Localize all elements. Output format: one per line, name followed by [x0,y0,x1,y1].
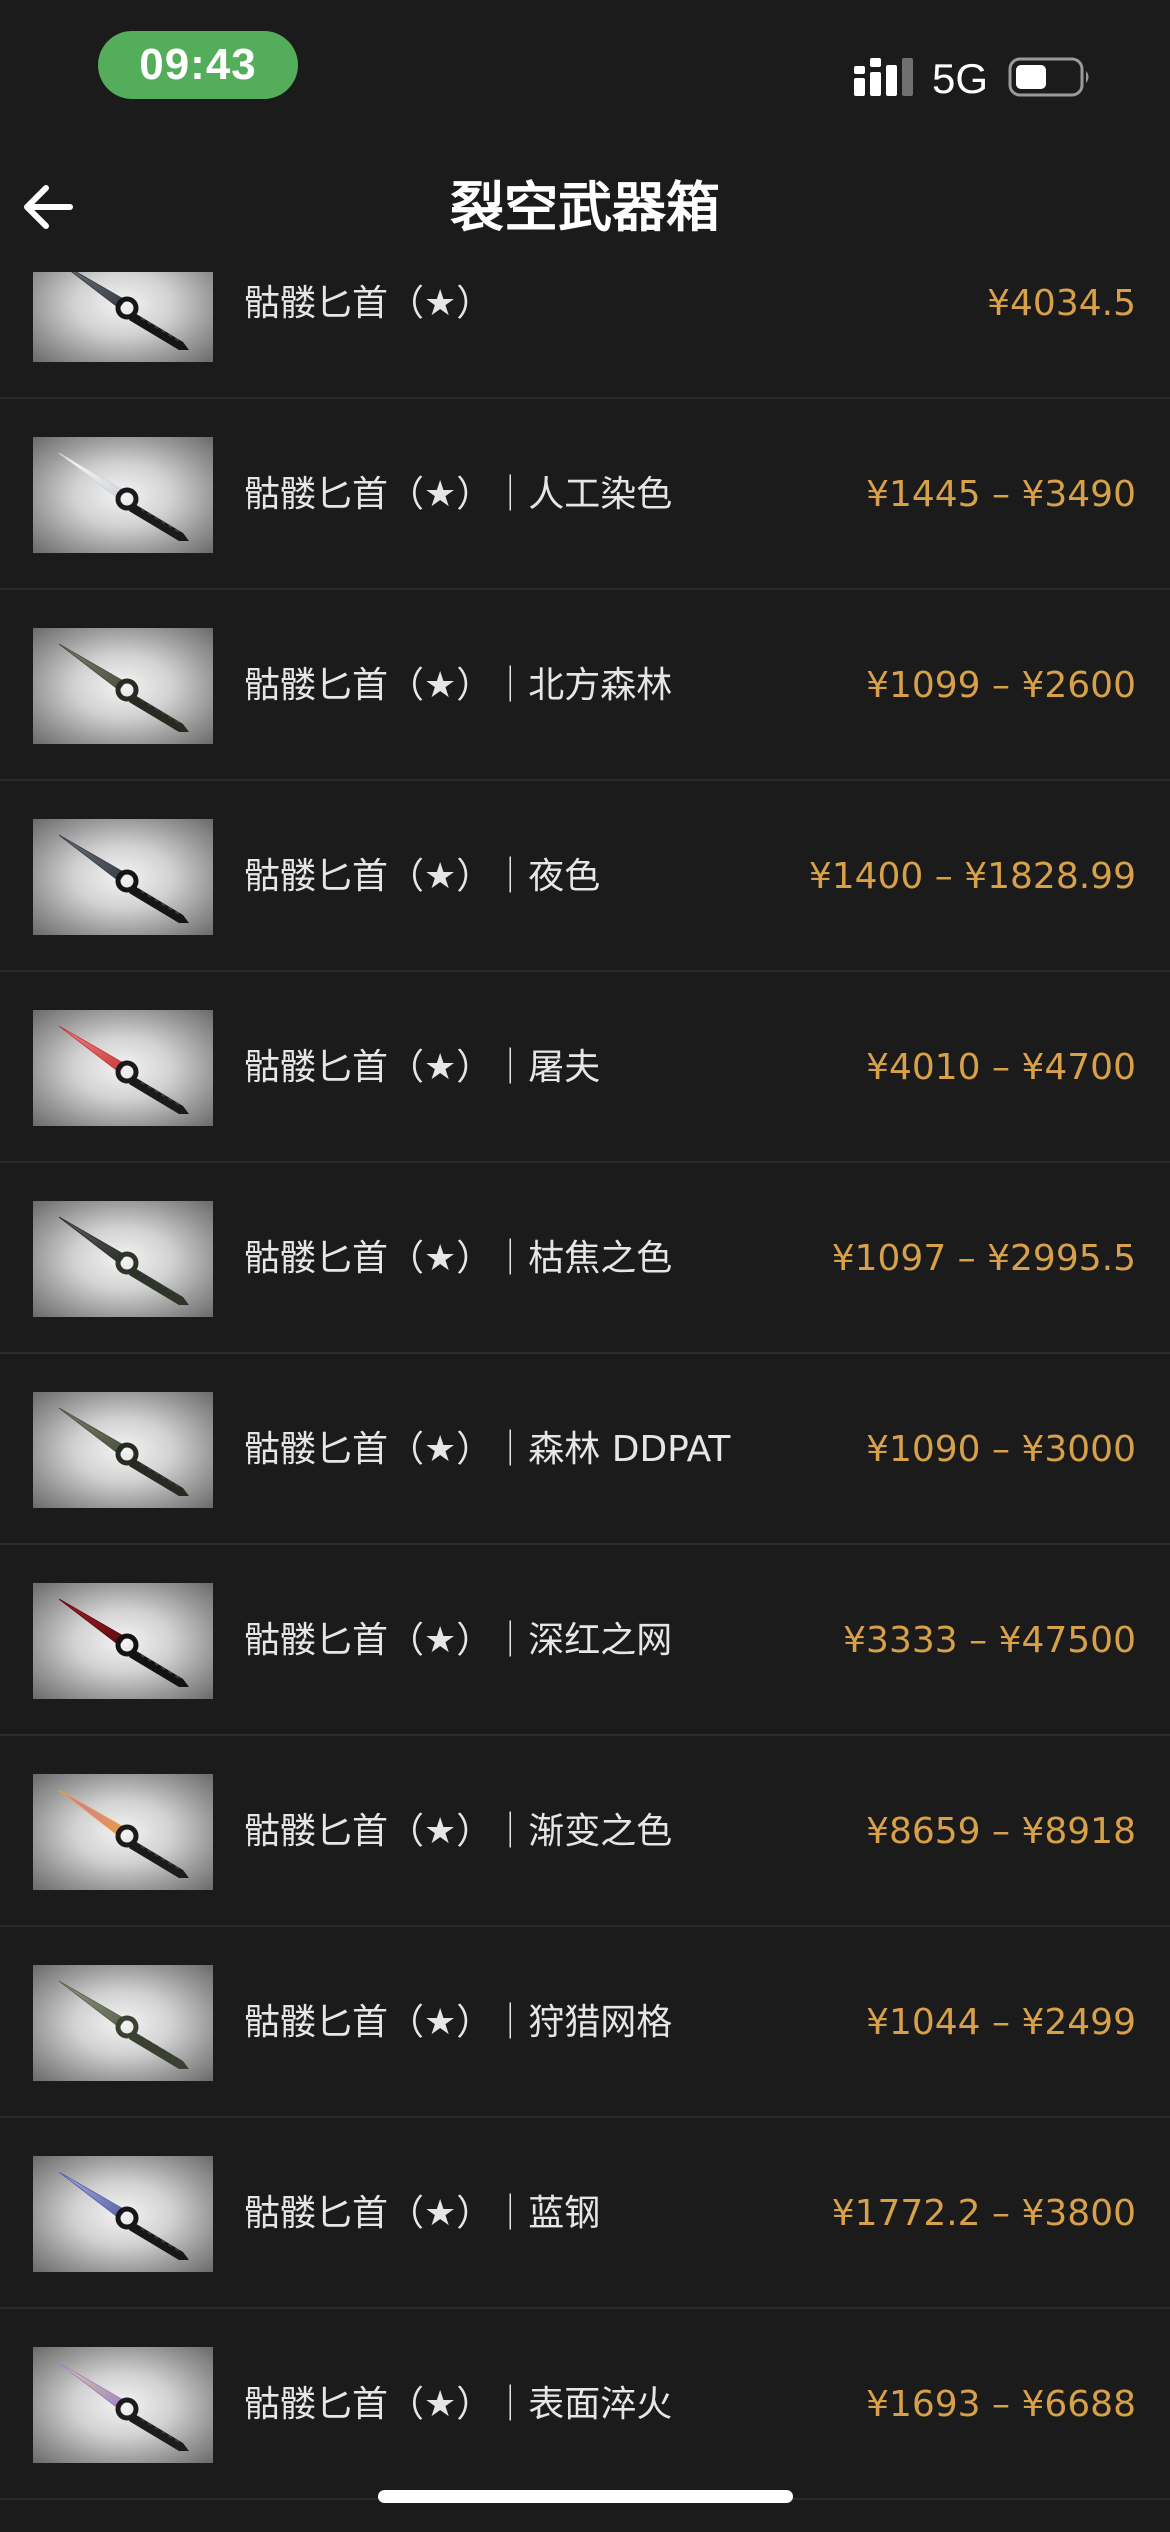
item-name: 骷髅匕首（★）｜人工染色 [244,474,673,515]
knife-image [58,2171,189,2260]
item-name: 骷髅匕首（★）｜北方森林 [244,665,673,706]
list-item[interactable]: 骷髅匕首（★）｜森林 DDPAT ¥1090 – ¥3000 [0,1354,1170,1545]
list-item[interactable]: 骷髅匕首（★）｜夜色 ¥1400 – ¥1828.99 [0,781,1170,972]
list-item[interactable]: 骷髅匕首（★）｜屠夫 ¥4010 – ¥4700 [0,972,1170,1163]
cellular-signal-icon [854,58,913,96]
item-name: 骷髅匕首（★）｜渐变之色 [244,1811,673,1852]
item-list[interactable]: 骷髅匕首（★） ¥4034.5 骷髅匕首（★）｜人工染色 ¥1445 – ¥3490 骷… [0,208,1170,2500]
item-thumbnail [33,1965,213,2081]
list-item[interactable]: 骷髅匕首（★）｜北方森林 ¥1099 – ¥2600 [0,590,1170,781]
item-thumbnail [33,1392,213,1508]
item-name: 骷髅匕首（★）｜蓝钢 [244,2193,601,2234]
knife-image [58,1025,189,1114]
knife-image [58,643,189,732]
list-item[interactable]: 骷髅匕首（★）｜渐变之色 ¥8659 – ¥8918 [0,1736,1170,1927]
knife-image [58,1980,189,2069]
item-name: 骷髅匕首（★）｜深红之网 [244,1620,673,1661]
item-name: 骷髅匕首（★）｜森林 DDPAT [244,1429,731,1470]
item-thumbnail [33,1010,213,1126]
item-name: 骷髅匕首（★）｜夜色 [244,856,601,897]
item-thumbnail [33,2347,213,2463]
item-price: ¥4010 – ¥4700 [866,1047,1136,1088]
list-item[interactable]: 骷髅匕首（★）｜表面淬火 ¥1693 – ¥6688 [0,2309,1170,2500]
page-title: 裂空武器箱 [450,176,720,239]
item-price: ¥1400 – ¥1828.99 [808,856,1136,897]
item-price: ¥1044 – ¥2499 [866,2002,1136,2043]
app-screen: 09:43 5G 骷髅匕首（★） ¥4034.5 骷髅匕首（★）｜人工染色 ¥1445… [0,0,1170,2532]
knife-image [58,1598,189,1687]
item-name: 骷髅匕首（★）｜枯焦之色 [244,1238,673,1279]
item-price: ¥3333 – ¥47500 [843,1620,1136,1661]
item-price: ¥1099 – ¥2600 [866,665,1136,706]
item-name: 骷髅匕首（★）｜表面淬火 [244,2384,673,2425]
item-name: 骷髅匕首（★）｜狩猎网格 [244,2002,673,2043]
list-item[interactable]: 骷髅匕首（★）｜枯焦之色 ¥1097 – ¥2995.5 [0,1163,1170,1354]
knife-image [58,1216,189,1305]
item-name: 骷髅匕首（★）｜屠夫 [244,1047,601,1088]
item-price: ¥1097 – ¥2995.5 [831,1238,1136,1279]
status-bar: 09:43 5G [0,0,1170,140]
knife-image [58,2362,189,2451]
item-thumbnail [33,1201,213,1317]
item-price: ¥8659 – ¥8918 [866,1811,1136,1852]
item-thumbnail [33,628,213,744]
knife-image [58,1789,189,1878]
knife-image [58,1407,189,1496]
item-thumbnail [33,819,213,935]
item-thumbnail [33,2156,213,2272]
item-price: ¥1090 – ¥3000 [866,1429,1136,1470]
battery-icon [1008,57,1089,97]
knife-image [58,834,189,923]
item-thumbnail [33,1583,213,1699]
list-item[interactable]: 骷髅匕首（★）｜狩猎网格 ¥1044 – ¥2499 [0,1927,1170,2118]
status-time: 09:43 [98,31,298,99]
home-indicator[interactable] [378,2490,793,2503]
knife-image [58,452,189,541]
list-item[interactable]: 骷髅匕首（★）｜人工染色 ¥1445 – ¥3490 [0,399,1170,590]
item-thumbnail [33,437,213,553]
list-item[interactable]: 骷髅匕首（★）｜蓝钢 ¥1772.2 – ¥3800 [0,2118,1170,2309]
item-thumbnail [33,1774,213,1890]
list-item[interactable]: 骷髅匕首（★）｜深红之网 ¥3333 – ¥47500 [0,1545,1170,1736]
item-price: ¥1445 – ¥3490 [866,474,1136,515]
item-price: ¥1772.2 – ¥3800 [831,2193,1136,2234]
item-price: ¥1693 – ¥6688 [866,2384,1136,2425]
navigation-bar: 裂空武器箱 [0,140,1170,272]
network-type-label: 5G [932,55,989,102]
